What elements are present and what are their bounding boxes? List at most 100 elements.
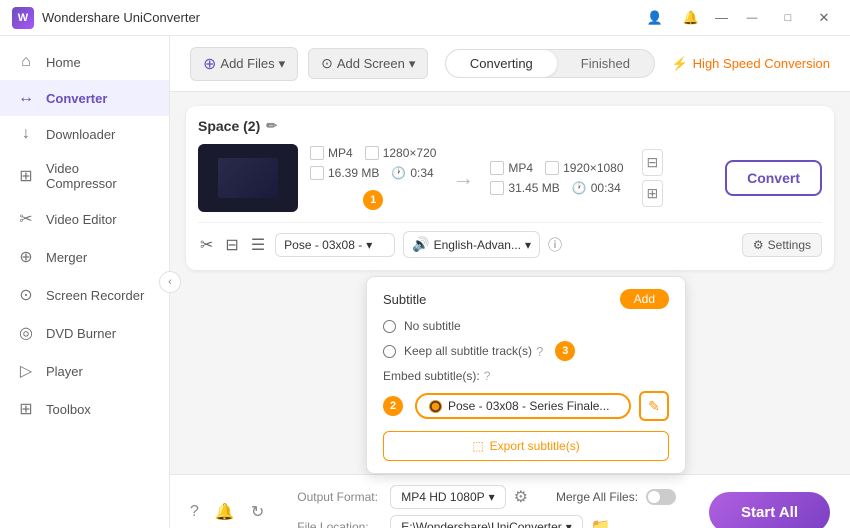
embed-radio[interactable] [429,400,442,413]
source-size-item: 16.39 MB [310,166,379,180]
bottom-bar: ? 🔔 ↻ Output Format: MP4 HD 1080P ▾ ⚙ Me… [170,474,850,528]
format-settings-icon[interactable]: ⚙ [514,487,528,507]
keep-all-option[interactable]: Keep all subtitle track(s) [383,344,532,358]
audio-chevron: ▾ [525,238,531,252]
source-details: MP4 1280×720 16.39 MB 🕐 [310,146,436,210]
start-all-btn[interactable]: Start All [709,492,830,528]
convert-btn[interactable]: Convert [725,160,822,196]
refresh-icon[interactable]: ↻ [251,502,264,522]
copy-btn[interactable]: ⊟ [223,233,240,257]
dest-clock-icon: 🕐 [572,181,587,195]
maximize-btn[interactable]: □ [774,4,802,32]
notification-btn[interactable]: 🔔 [677,4,705,32]
sidebar-item-converter[interactable]: ↔ Converter [0,80,169,116]
toolbox-icon: ⊞ [16,399,36,419]
tab-finished[interactable]: Finished [557,50,654,77]
add-screen-btn[interactable]: ⊙ Add Screen ▾ [308,48,428,79]
format-chevron: ▾ [489,490,495,504]
no-subtitle-option[interactable]: No subtitle [383,319,669,333]
home-icon: ⌂ [16,53,36,71]
minimize-btn[interactable]: — [738,4,766,32]
editor-icon: ✂ [16,209,36,229]
sidebar-item-screen-recorder[interactable]: ⊙ Screen Recorder [0,276,169,314]
embed-subtitle-item[interactable]: Pose - 03x08 - Series Finale... [415,393,631,419]
sidebar-item-label: Video Compressor [46,161,153,191]
dest-format-item: MP4 [490,161,533,175]
no-subtitle-radio[interactable] [383,320,396,333]
high-speed-btn[interactable]: ⚡ High Speed Conversion [671,56,830,72]
embed-help-icon[interactable]: ? [484,369,491,383]
tab-group: Converting Finished [445,49,655,78]
keep-all-radio[interactable] [383,345,396,358]
add-subtitle-btn[interactable]: Add [620,289,669,309]
compressor-icon: ⊞ [16,166,36,186]
source-format: MP4 [328,146,353,160]
title-bar-left: W Wondershare UniConverter [12,7,200,29]
keep-all-label: Keep all subtitle track(s) [404,344,532,358]
dest-size: 31.45 MB [508,181,559,195]
subtitle-dropdown-container: Pose - 03x08 - ▾ [275,233,395,257]
file-location-select[interactable]: E:\Wondershare\UniConverter ▾ [390,515,583,528]
embed-label-text: Embed subtitle(s): [383,369,480,383]
edit-subtitle-btn[interactable]: ✎ [639,391,669,421]
close-btn[interactable]: ✕ [810,4,838,32]
sidebar-item-label: Toolbox [46,402,91,417]
sidebar-item-downloader[interactable]: ↓ Downloader [0,116,169,152]
source-res-checkbox [365,146,379,160]
sidebar-item-dvd-burner[interactable]: ◎ DVD Burner [0,314,169,352]
merge-toggle[interactable] [646,489,676,505]
help-icon[interactable]: ? [190,503,199,521]
list-btn[interactable]: ☰ [249,233,267,257]
sidebar-item-video-compressor[interactable]: ⊞ Video Compressor [0,152,169,200]
sidebar-item-toolbox[interactable]: ⊞ Toolbox [0,390,169,428]
settings-label: Settings [768,238,811,252]
keep-all-row: Keep all subtitle track(s) ? 3 [383,341,669,361]
format-btn[interactable]: ⊞ [642,180,664,207]
step-badge-3: 3 [555,341,575,361]
audio-dropdown-btn[interactable]: 🔊 English-Advan... ▾ [403,231,540,258]
sidebar-item-label: Home [46,55,81,70]
add-files-btn[interactable]: ⊕ Add Files ▾ [190,47,298,81]
source-resolution-item: 1280×720 [365,146,437,160]
user-icon-btn[interactable]: 👤 [641,4,669,32]
edit-icon-btn[interactable]: ⊟ [642,149,664,176]
export-subtitle-icon: ⬚ [472,439,483,453]
output-format-select[interactable]: MP4 HD 1080P ▾ [390,485,505,509]
bell-icon[interactable]: 🔔 [215,502,235,522]
edit-title-icon[interactable]: ✏ [266,118,277,134]
sidebar: ⌂ Home ↔ Converter ↓ Downloader ⊞ Video … [0,36,170,528]
dropdown-header: Subtitle Add [383,289,669,309]
tab-converting[interactable]: Converting [446,50,557,77]
subtitle-label: Pose - 03x08 - [284,238,362,252]
title-bar-controls: 👤 🔔 — — □ ✕ [641,4,838,32]
cut-btn[interactable]: ✂ [198,233,215,257]
dest-resolution-item: 1920×1080 [545,161,623,175]
subtitle-dropdown-btn[interactable]: Pose - 03x08 - ▾ [275,233,395,257]
sidebar-item-video-editor[interactable]: ✂ Video Editor [0,200,169,238]
sidebar-item-player[interactable]: ▷ Player [0,352,169,390]
settings-btn[interactable]: ⚙ Settings [742,233,822,257]
sidebar-collapse-btn[interactable]: ‹ [159,271,181,293]
keep-help-icon[interactable]: ? [536,344,543,359]
tab-converting-label: Converting [470,56,533,71]
embed-subtitle-text: Pose - 03x08 - Series Finale... [448,399,609,413]
bottom-format-section: Output Format: MP4 HD 1080P ▾ ⚙ Merge Al… [297,485,676,528]
no-subtitle-label: No subtitle [404,319,461,333]
merge-row: Merge All Files: [556,489,676,505]
tab-finished-label: Finished [581,56,630,71]
folder-icon[interactable]: 📁 [591,517,611,528]
embed-label: Embed subtitle(s): ? [383,369,669,383]
add-files-label: Add Files [220,56,274,71]
top-bar-left: ⊕ Add Files ▾ ⊙ Add Screen ▾ [190,47,428,81]
thumbnail-image [218,158,278,199]
sidebar-item-label: Merger [46,250,87,265]
source-size-checkbox [310,166,324,180]
downloader-icon: ↓ [16,125,36,143]
subtitle-dropdown-panel: Subtitle Add No subtitle Keep all subtit… [366,276,686,474]
sidebar-item-home[interactable]: ⌂ Home [0,44,169,80]
info-btn[interactable]: ⓘ [548,235,562,255]
sidebar-item-merger[interactable]: ⊕ Merger [0,238,169,276]
sidebar-item-label: Player [46,364,83,379]
source-size: 16.39 MB [328,166,379,180]
export-subtitle-btn[interactable]: ⬚ Export subtitle(s) [383,431,669,461]
